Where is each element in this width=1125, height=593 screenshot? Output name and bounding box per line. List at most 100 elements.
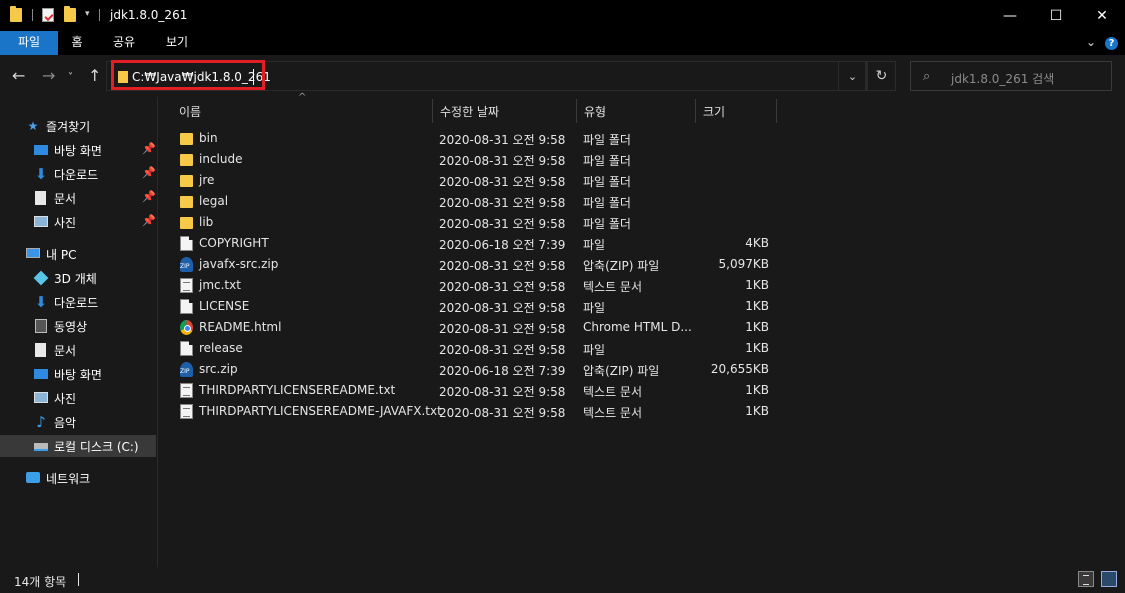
file-date-modified: 2020-08-31 오전 9:58	[439, 301, 566, 315]
file-name: jmc.txt	[199, 278, 241, 292]
recent-locations-icon[interactable]: ˅	[68, 69, 73, 87]
3d-objects-icon	[33, 270, 49, 286]
column-divider[interactable]	[576, 99, 577, 123]
minimize-button[interactable]: —	[987, 0, 1033, 31]
file-type: 텍스트 문서	[583, 280, 643, 294]
sidebar-item-label: 문서	[54, 344, 77, 358]
close-button[interactable]: ✕	[1079, 0, 1125, 31]
file-name: jre	[199, 173, 215, 187]
sidebar-item-3d-objects[interactable]: 3D 개체	[0, 267, 156, 289]
table-row[interactable]: LICENSE 2020-08-31 오전 9:58 파일 1KB	[170, 296, 780, 317]
sidebar-item-label: 사진	[54, 392, 77, 406]
table-row[interactable]: lib 2020-08-31 오전 9:58 파일 폴더	[170, 212, 780, 233]
address-dropdown-icon[interactable]: ⌄	[838, 61, 867, 91]
file-name: bin	[199, 131, 218, 145]
table-row[interactable]: javafx-src.zip 2020-08-31 오전 9:58 압축(ZIP) …	[170, 254, 780, 275]
tab-view[interactable]: 보기	[159, 31, 195, 55]
sidebar-item-downloads[interactable]: ⬇ 다운로드 📌	[0, 163, 156, 185]
sidebar-item-desktop[interactable]: 바탕 화면 📌	[0, 139, 156, 161]
table-row[interactable]: include 2020-08-31 오전 9:58 파일 폴더	[170, 149, 780, 170]
sidebar-item-videos[interactable]: 동영상	[0, 315, 156, 337]
pin-icon[interactable]: 📌	[142, 166, 156, 179]
file-size: 4KB	[745, 236, 769, 250]
table-row[interactable]: THIRDPARTYLICENSEREADME-JAVAFX.txt 2020-0…	[170, 401, 780, 422]
table-row[interactable]: src.zip 2020-06-18 오전 7:39 압축(ZIP) 파일 20,65…	[170, 359, 780, 380]
new-folder-icon[interactable]	[64, 6, 76, 22]
maximize-button[interactable]: ☐	[1033, 0, 1079, 31]
sidebar-item-label: 로컬 디스크 (C:)	[54, 440, 139, 454]
sidebar-item-label: 3D 개체	[54, 272, 97, 286]
refresh-icon[interactable]: ↻	[867, 61, 896, 91]
chevron-down-icon[interactable]: ⌄	[1086, 35, 1096, 49]
table-row[interactable]: release 2020-08-31 오전 9:58 파일 1KB	[170, 338, 780, 359]
sidebar-item-label: 네트워크	[46, 472, 91, 486]
table-row[interactable]: jmc.txt 2020-08-31 오전 9:58 텍스트 문서 1KB	[170, 275, 780, 296]
divider	[32, 9, 33, 21]
sidebar-item-music[interactable]: ♪ 음악	[0, 411, 156, 433]
file-date-modified: 2020-08-31 오전 9:58	[439, 406, 566, 420]
table-row[interactable]: THIRDPARTYLICENSEREADME.txt 2020-08-31 오전…	[170, 380, 780, 401]
file-icon	[180, 299, 193, 314]
sidebar-item-documents-pc[interactable]: 문서	[0, 339, 156, 361]
pin-icon[interactable]: 📌	[142, 190, 156, 203]
back-icon[interactable]: ←	[12, 67, 25, 85]
table-row[interactable]: README.html 2020-08-31 오전 9:58 Chrome HTML…	[170, 317, 780, 338]
file-size: 1KB	[745, 278, 769, 292]
video-icon	[35, 319, 47, 333]
table-row[interactable]: legal 2020-08-31 오전 9:58 파일 폴더	[170, 191, 780, 212]
file-type: 텍스트 문서	[583, 385, 643, 399]
file-size: 1KB	[745, 320, 769, 334]
search-box[interactable]: ⌕ jdk1.8.0_261 검색	[910, 61, 1112, 91]
address-bar[interactable]: C:₩Java₩jdk1.8.0_261	[106, 60, 866, 91]
customize-toolbar-icon[interactable]: ▾	[85, 9, 90, 19]
file-size: 1KB	[745, 383, 769, 397]
download-icon: ⬇	[34, 165, 48, 183]
sidebar-item-pictures-pc[interactable]: 사진	[0, 387, 156, 409]
file-date-modified: 2020-08-31 오전 9:58	[439, 133, 566, 147]
sidebar-item-documents[interactable]: 문서 📌	[0, 187, 156, 209]
sidebar-item-downloads-pc[interactable]: ⬇ 다운로드	[0, 291, 156, 313]
file-type: 텍스트 문서	[583, 406, 643, 420]
document-icon	[35, 343, 46, 357]
column-divider[interactable]	[432, 99, 433, 123]
column-size[interactable]: 크기	[703, 103, 725, 120]
sidebar-item-pictures[interactable]: 사진 📌	[0, 211, 156, 233]
pin-icon[interactable]: 📌	[142, 214, 156, 227]
help-icon[interactable]: ?	[1105, 37, 1118, 50]
sidebar-item-quick-access[interactable]: ★ 즐겨찾기	[0, 115, 156, 137]
column-type[interactable]: 유형	[584, 103, 606, 120]
column-name[interactable]: 이름	[179, 103, 201, 120]
tab-home[interactable]: 홈	[60, 31, 94, 55]
sidebar-item-this-pc[interactable]: 내 PC	[0, 243, 156, 265]
pane-divider[interactable]	[157, 97, 158, 567]
column-divider[interactable]	[695, 99, 696, 123]
large-icons-view-icon[interactable]	[1101, 571, 1117, 587]
computer-icon	[26, 248, 40, 258]
sidebar-item-label: 바탕 화면	[54, 144, 102, 158]
up-icon[interactable]: ↑	[88, 67, 101, 85]
table-row[interactable]: bin 2020-08-31 오전 9:58 파일 폴더	[170, 128, 780, 149]
file-name: legal	[199, 194, 229, 208]
properties-icon[interactable]	[42, 8, 54, 22]
table-row[interactable]: COPYRIGHT 2020-06-18 오전 7:39 파일 4KB	[170, 233, 780, 254]
status-bar: 14개 항목	[0, 567, 1125, 593]
table-row[interactable]: jre 2020-08-31 오전 9:58 파일 폴더	[170, 170, 780, 191]
desktop-icon	[34, 369, 48, 379]
file-date-modified: 2020-08-31 오전 9:58	[439, 175, 566, 189]
sidebar-item-local-disk[interactable]: 로컬 디스크 (C:)	[0, 435, 156, 457]
details-view-icon[interactable]	[1078, 571, 1094, 587]
file-type: 파일 폴더	[583, 196, 631, 210]
column-date-modified[interactable]: 수정한 날짜	[440, 103, 499, 120]
tab-file[interactable]: 파일	[0, 31, 58, 55]
sidebar-item-desktop-pc[interactable]: 바탕 화면	[0, 363, 156, 385]
pin-icon[interactable]: 📌	[142, 142, 156, 155]
annotation-highlight-box	[111, 60, 265, 90]
sidebar-item-network[interactable]: 네트워크	[0, 467, 156, 489]
column-divider[interactable]	[776, 99, 777, 123]
search-input[interactable]: jdk1.8.0_261 검색	[951, 70, 1054, 87]
file-type: 파일	[583, 301, 606, 315]
file-icon	[180, 341, 193, 356]
txt-icon	[180, 404, 193, 419]
tab-share[interactable]: 공유	[106, 31, 142, 55]
forward-icon[interactable]: →	[42, 67, 55, 85]
